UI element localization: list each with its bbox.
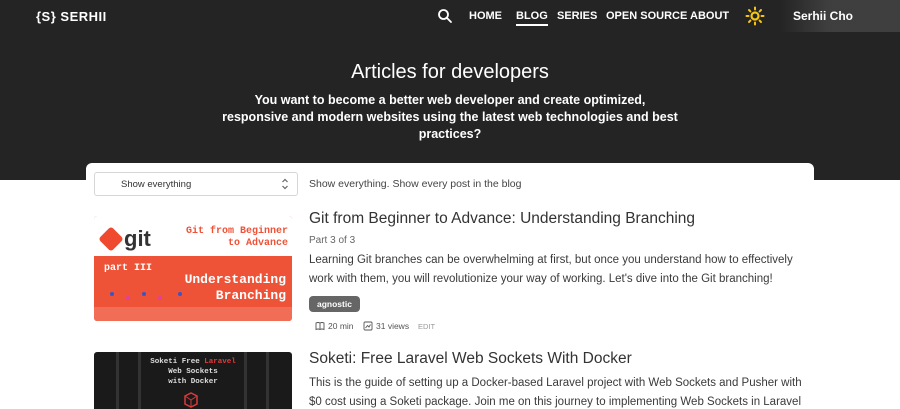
nav-blog[interactable]: BLOG xyxy=(516,10,548,26)
edit-link[interactable]: EDIT xyxy=(418,322,435,331)
page-subtitle: You want to become a better web develope… xyxy=(222,93,678,141)
nav-about[interactable]: ABOUT xyxy=(690,10,729,22)
post-description: This is the guide of setting up a Docker… xyxy=(309,377,802,408)
nav-series[interactable]: SERIES xyxy=(557,10,597,22)
search-icon[interactable] xyxy=(437,8,453,24)
nav-home[interactable]: HOME xyxy=(469,10,502,22)
filter-select[interactable]: Show everything xyxy=(94,172,298,196)
branch-dot xyxy=(178,292,182,296)
post-series-part: Part 3 of 3 xyxy=(309,235,356,246)
views-icon xyxy=(363,321,373,331)
nav-open-source[interactable]: OPEN SOURCE xyxy=(606,10,687,22)
post-title-link[interactable]: Git from Beginner to Advance: Understand… xyxy=(309,210,695,228)
site-logo[interactable]: {S} SERHII xyxy=(36,9,107,24)
branch-dot xyxy=(142,292,146,296)
post-title-link[interactable]: Soketi: Free Laravel Web Sockets With Do… xyxy=(309,350,632,368)
view-count: 31 views xyxy=(376,321,410,331)
branch-dot xyxy=(158,296,162,300)
thumbnail-logo-text: git xyxy=(124,226,151,251)
book-icon xyxy=(315,322,325,331)
thumbnail-part: part III xyxy=(104,263,153,274)
post-tag[interactable]: agnostic xyxy=(309,296,360,312)
filter-select-value: Show everything xyxy=(121,179,192,190)
laravel-logo-icon xyxy=(184,392,198,408)
post-thumbnail-git[interactable]: git Git from Beginner to Advance part II… xyxy=(94,216,292,321)
thumbnail-topic: Understanding Branching xyxy=(184,272,286,303)
post-thumbnail-soketi[interactable]: Soketi Free Laravel Web Sockets with Doc… xyxy=(94,352,292,409)
post-description: Learning Git branches can be overwhelmin… xyxy=(309,254,793,285)
thumbnail-footer xyxy=(94,307,292,321)
user-menu[interactable]: Serhii Cho xyxy=(793,9,853,23)
read-time: 20 min xyxy=(328,321,354,331)
page-title: Articles for developers xyxy=(351,61,549,83)
top-navigation: {S} SERHII HOME BLOG SERIES OPEN SOURCE … xyxy=(0,0,900,32)
branch-dot xyxy=(126,296,130,300)
hero-section: {S} SERHII HOME BLOG SERIES OPEN SOURCE … xyxy=(0,0,900,180)
branch-dot xyxy=(110,292,114,296)
thumbnail-series-title: Git from Beginner to Advance xyxy=(185,226,288,249)
chevron-updown-icon xyxy=(282,178,288,190)
sun-icon[interactable] xyxy=(745,6,765,26)
thumbnail-title: Soketi Free Laravel Web Sockets with Doc… xyxy=(150,358,236,386)
filter-description: Show everything. Show every post in the … xyxy=(309,178,522,190)
